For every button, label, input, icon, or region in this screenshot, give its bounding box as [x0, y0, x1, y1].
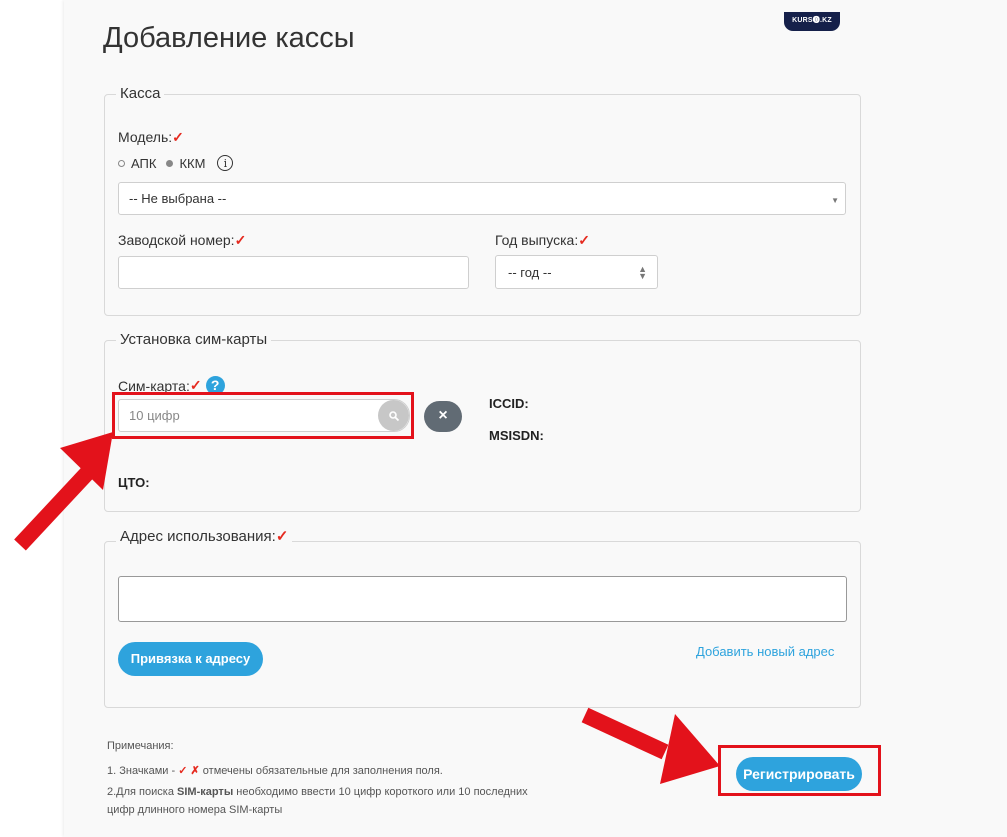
required-check-icon: ✓	[172, 129, 184, 145]
page-title: Добавление кассы	[103, 22, 355, 54]
required-check-icon: ✓	[275, 528, 289, 545]
updown-caret-icon: ▲ ▼	[638, 264, 647, 281]
notes-line-3: цифр длинного номера SIM-карты	[107, 804, 283, 816]
radio-apk[interactable]	[118, 159, 125, 167]
model-select[interactable]: -- Не выбрана -- ▼	[118, 182, 846, 215]
kassa-legend: Касса	[116, 85, 165, 102]
close-icon: ×	[438, 407, 448, 424]
bind-address-button[interactable]: Привязка к адресу	[118, 642, 263, 676]
add-new-address-link[interactable]: Добавить новый адрес	[696, 644, 834, 659]
year-select-value: -- год --	[508, 265, 552, 280]
address-section	[104, 541, 861, 708]
address-legend: Адрес использования:✓	[116, 527, 293, 545]
sim-legend: Установка сим-карты	[116, 331, 272, 348]
year-select[interactable]: -- год -- ▲ ▼	[495, 255, 658, 289]
sim-input-highlight	[112, 392, 414, 439]
serial-number-input[interactable]	[118, 256, 469, 289]
iccid-label: ICCID:	[489, 396, 529, 411]
model-select-value: -- Не выбрана --	[129, 191, 227, 206]
required-check-icon: ✓	[578, 232, 590, 248]
chevron-down-icon: ▼	[831, 196, 839, 205]
site-logo: KURS⓿.KZ	[784, 12, 840, 31]
msisdn-label: MSISDN:	[489, 428, 544, 443]
radio-kkm-label[interactable]: ККМ	[179, 156, 205, 171]
address-input[interactable]	[118, 576, 847, 622]
serial-label: Заводской номер:✓	[118, 232, 247, 248]
required-check-icon: ✓	[234, 232, 247, 248]
required-check-icon: ✓	[178, 765, 188, 777]
register-button-highlight	[718, 745, 881, 796]
arrow-to-register-button	[581, 707, 720, 784]
notes-line-2: 2.Для поиска SIM-карты необходимо ввести…	[107, 786, 528, 798]
arrow-to-sim-input	[14, 432, 113, 551]
required-cross-icon: ✗	[190, 765, 200, 777]
notes-line-1: 1. Значками - ✓ ✗ отмечены обязательные …	[107, 765, 443, 777]
model-label: Модель:✓	[118, 129, 184, 145]
year-label: Год выпуска:✓	[495, 232, 590, 248]
info-icon[interactable]: i	[217, 155, 234, 171]
model-radio-group: АПК ККМ i	[118, 155, 234, 171]
notes-title: Примечания:	[107, 740, 174, 752]
radio-apk-label[interactable]: АПК	[131, 156, 156, 171]
radio-kkm[interactable]	[166, 159, 174, 167]
clear-button[interactable]: ×	[424, 401, 462, 432]
